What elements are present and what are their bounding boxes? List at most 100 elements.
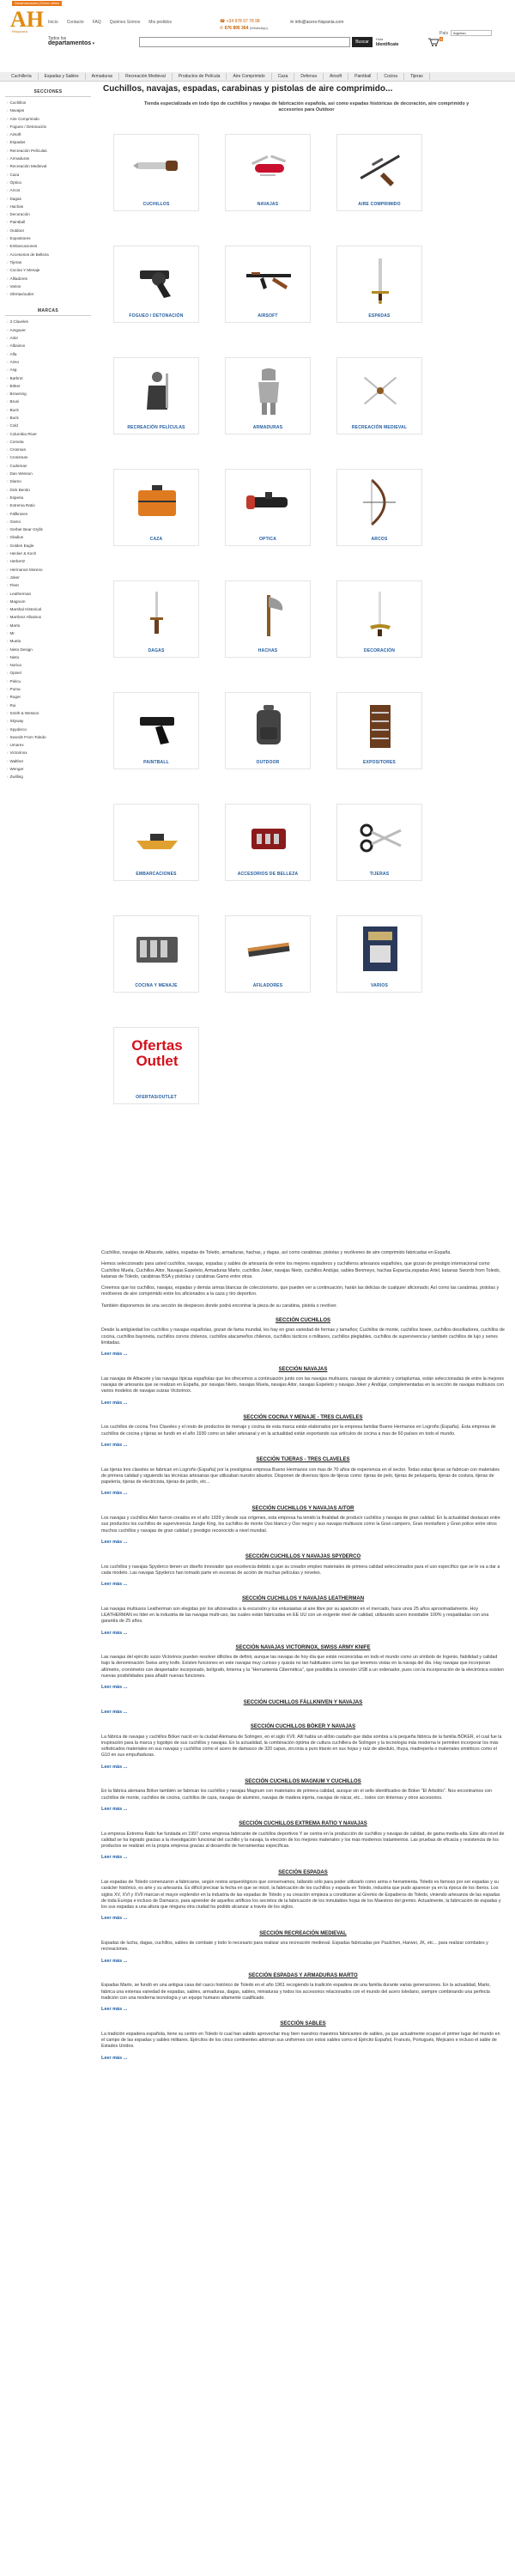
read-more-link[interactable]: Leer más ... bbox=[101, 1582, 127, 1587]
sidebar-brand-item[interactable]: Cudeman bbox=[7, 462, 96, 470]
category-tile[interactable]: CAZA bbox=[113, 469, 199, 546]
sidebar-brand-item[interactable]: Asg bbox=[7, 366, 96, 374]
sidebar-brand-item[interactable]: Nieto Design bbox=[7, 646, 96, 653]
sidebar-section-item[interactable]: Embarcaciones bbox=[7, 242, 96, 250]
category-bar-item[interactable]: Airsoft bbox=[324, 73, 349, 80]
sidebar-section-item[interactable]: Óptica bbox=[7, 179, 96, 186]
sidebar-brand-item[interactable]: Dan Wesson bbox=[7, 470, 96, 477]
departments-menu[interactable]: Todos los departamentos ▾ bbox=[48, 36, 94, 46]
sidebar-brand-item[interactable]: Skyway bbox=[7, 717, 96, 725]
sidebar-brand-item[interactable]: Mr bbox=[7, 629, 96, 637]
sidebar-section-item[interactable]: Hachas bbox=[7, 203, 96, 210]
search-input[interactable] bbox=[140, 38, 320, 46]
read-more-link[interactable]: Leer más ... bbox=[101, 1400, 127, 1406]
sidebar-brand-item[interactable]: Zwilling bbox=[7, 773, 96, 781]
category-tile[interactable]: Ofertas Outlet OFERTAS/OUTLET bbox=[113, 1027, 199, 1104]
sidebar-section-item[interactable]: Fogueo / Detonación bbox=[7, 123, 96, 131]
sidebar-brand-item[interactable]: Muela bbox=[7, 637, 96, 645]
category-tile[interactable]: RECREACIÓN MEDIEVAL bbox=[336, 357, 422, 434]
category-tile[interactable]: VARIOS bbox=[336, 915, 422, 993]
sidebar-brand-item[interactable]: Pielcu bbox=[7, 677, 96, 685]
category-tile[interactable]: EMBARCACIONES bbox=[113, 804, 199, 881]
sidebar-brand-item[interactable]: Leatherman bbox=[7, 590, 96, 598]
sidebar-brand-item[interactable]: Hecker & Koch bbox=[7, 550, 96, 557]
read-more-link[interactable]: Leer más ... bbox=[101, 1352, 127, 1357]
section-heading[interactable]: SECCIÓN RECREACIÓN MEDIEVAL bbox=[101, 1931, 505, 1937]
section-heading[interactable]: SECCIÓN CUCHILLOS Y NAVAJAS SPYDERCO bbox=[101, 1554, 505, 1560]
category-bar-item[interactable]: Armaduras bbox=[86, 73, 120, 80]
sidebar-section-item[interactable]: Accesorios de Belleza bbox=[7, 251, 96, 258]
section-heading[interactable]: SECCIÓN ESPADAS bbox=[101, 1870, 505, 1876]
section-heading[interactable]: SECCIÓN CUCHILLOS Y NAVAJAS LEATHERMAN bbox=[101, 1596, 505, 1602]
sidebar-section-item[interactable]: Recreación Películas bbox=[7, 147, 96, 155]
sidebar-brand-item[interactable]: Böker bbox=[7, 382, 96, 390]
sidebar-brand-item[interactable]: Bruni bbox=[7, 398, 96, 405]
category-bar-item[interactable]: Caza bbox=[272, 73, 295, 80]
category-tile[interactable]: AIRE COMPRIMIDO bbox=[336, 134, 422, 211]
sidebar-brand-item[interactable]: Spyderco bbox=[7, 726, 96, 733]
category-tile[interactable]: OPTICA bbox=[225, 469, 311, 546]
sidebar-brand-item[interactable]: Joker bbox=[7, 574, 96, 581]
login-link[interactable]: Hola Identifícate bbox=[376, 37, 398, 47]
read-more-link[interactable]: Leer más ... bbox=[101, 1443, 127, 1448]
sidebar-brand-item[interactable]: Walther bbox=[7, 757, 96, 765]
sidebar-brand-item[interactable]: Esperia bbox=[7, 494, 96, 501]
sidebar-section-item[interactable]: Ofertas/outlet bbox=[7, 290, 96, 298]
sidebar-brand-item[interactable]: Buck bbox=[7, 406, 96, 414]
sidebar-brand-item[interactable]: Gladius bbox=[7, 533, 96, 541]
sidebar-brand-item[interactable]: Puma bbox=[7, 685, 96, 693]
sidebar-brand-item[interactable]: Crossman bbox=[7, 453, 96, 461]
sidebar-brand-item[interactable]: 3 Claveles bbox=[7, 318, 96, 325]
category-tile[interactable]: HACHAS bbox=[225, 580, 311, 658]
phone-1[interactable]: +34 978 07 78 98 bbox=[227, 19, 260, 24]
category-tile[interactable]: DAGAS bbox=[113, 580, 199, 658]
category-tile[interactable]: ARMADURAS bbox=[225, 357, 311, 434]
sidebar-brand-item[interactable]: Golden Eagle bbox=[7, 542, 96, 550]
sidebar-section-item[interactable]: Airsoft bbox=[7, 131, 96, 138]
read-more-link[interactable]: Leer más ... bbox=[101, 1631, 127, 1636]
category-bar-item[interactable]: Cocina bbox=[378, 73, 404, 80]
sidebar-section-item[interactable]: Navajas bbox=[7, 106, 96, 114]
search-button[interactable]: Buscar bbox=[352, 37, 373, 47]
category-bar-item[interactable]: Espadas y Sables bbox=[39, 73, 86, 80]
sidebar-brand-item[interactable]: Gerber Bear Grylls bbox=[7, 526, 96, 533]
sidebar-brand-item[interactable]: Umarex bbox=[7, 741, 96, 749]
sidebar-brand-item[interactable]: Columbia River bbox=[7, 430, 96, 438]
promo-badge[interactable]: Desamarcados | Envío oferta bbox=[12, 1, 62, 6]
sidebar-section-item[interactable]: Afiladores bbox=[7, 275, 96, 283]
sidebar-brand-item[interactable]: Smith & Wesson bbox=[7, 709, 96, 717]
sidebar-brand-item[interactable]: Marto bbox=[7, 622, 96, 629]
sidebar-section-item[interactable]: Cuchillos bbox=[7, 99, 96, 106]
sidebar-section-item[interactable]: Aire Comprimido bbox=[7, 115, 96, 123]
topnav-link[interactable]: Inicio bbox=[48, 20, 58, 25]
read-more-link[interactable]: Leer más ... bbox=[101, 2056, 127, 2061]
category-tile[interactable]: CUCHILLOS bbox=[113, 134, 199, 211]
sidebar-brand-item[interactable]: Aitor bbox=[7, 334, 96, 342]
sidebar-section-item[interactable]: Paintball bbox=[7, 218, 96, 226]
sidebar-section-item[interactable]: Dagas bbox=[7, 195, 96, 203]
category-tile[interactable]: ESPADAS bbox=[336, 246, 422, 323]
section-heading[interactable]: SECCIÓN CUCHILLOS MAGNUM Y CUCHILLOS bbox=[101, 1779, 505, 1785]
category-tile[interactable]: OUTDOOR bbox=[225, 692, 311, 769]
section-heading[interactable]: SECCIÓN NAVAJAS VICTORINOX, SWISS ARMY K… bbox=[101, 1645, 505, 1651]
sidebar-section-item[interactable]: Expositores bbox=[7, 234, 96, 242]
sidebar-brand-item[interactable]: Diamo bbox=[7, 477, 96, 485]
category-bar-item[interactable]: Tijeras bbox=[404, 73, 430, 80]
section-heading[interactable]: SECCIÓN CUCHILLOS EXTREMA RATIO Y NAVAJA… bbox=[101, 1821, 505, 1827]
sidebar-section-item[interactable]: Varios bbox=[7, 283, 96, 290]
read-more-link[interactable]: Leer más ... bbox=[101, 1710, 127, 1715]
category-tile[interactable]: DECORACIÓN bbox=[336, 580, 422, 658]
section-heading[interactable]: SECCIÓN TIJERAS - TRES CLAVELES bbox=[101, 1457, 505, 1463]
sidebar-brand-item[interactable]: Herbertz bbox=[7, 557, 96, 565]
category-tile[interactable]: AFILADORES bbox=[225, 915, 311, 993]
topnav-link[interactable]: Quiénes Somos bbox=[110, 20, 141, 25]
topnav-link[interactable]: Contacto bbox=[67, 20, 84, 25]
sidebar-brand-item[interactable]: Buck bbox=[7, 414, 96, 422]
category-tile[interactable]: AIRSOFT bbox=[225, 246, 311, 323]
sidebar-section-item[interactable]: Recreación Medieval bbox=[7, 162, 96, 170]
category-tile[interactable]: RECREACIÓN PELÍCULAS bbox=[113, 357, 199, 434]
read-more-link[interactable]: Leer más ... bbox=[101, 1491, 127, 1496]
section-heading[interactable]: SECCIÓN NAVAJAS bbox=[101, 1367, 505, 1373]
sidebar-brand-item[interactable]: Hermanos Moreno bbox=[7, 566, 96, 574]
contact-email[interactable]: ✉ info@acero-hispania.com bbox=[290, 20, 343, 25]
